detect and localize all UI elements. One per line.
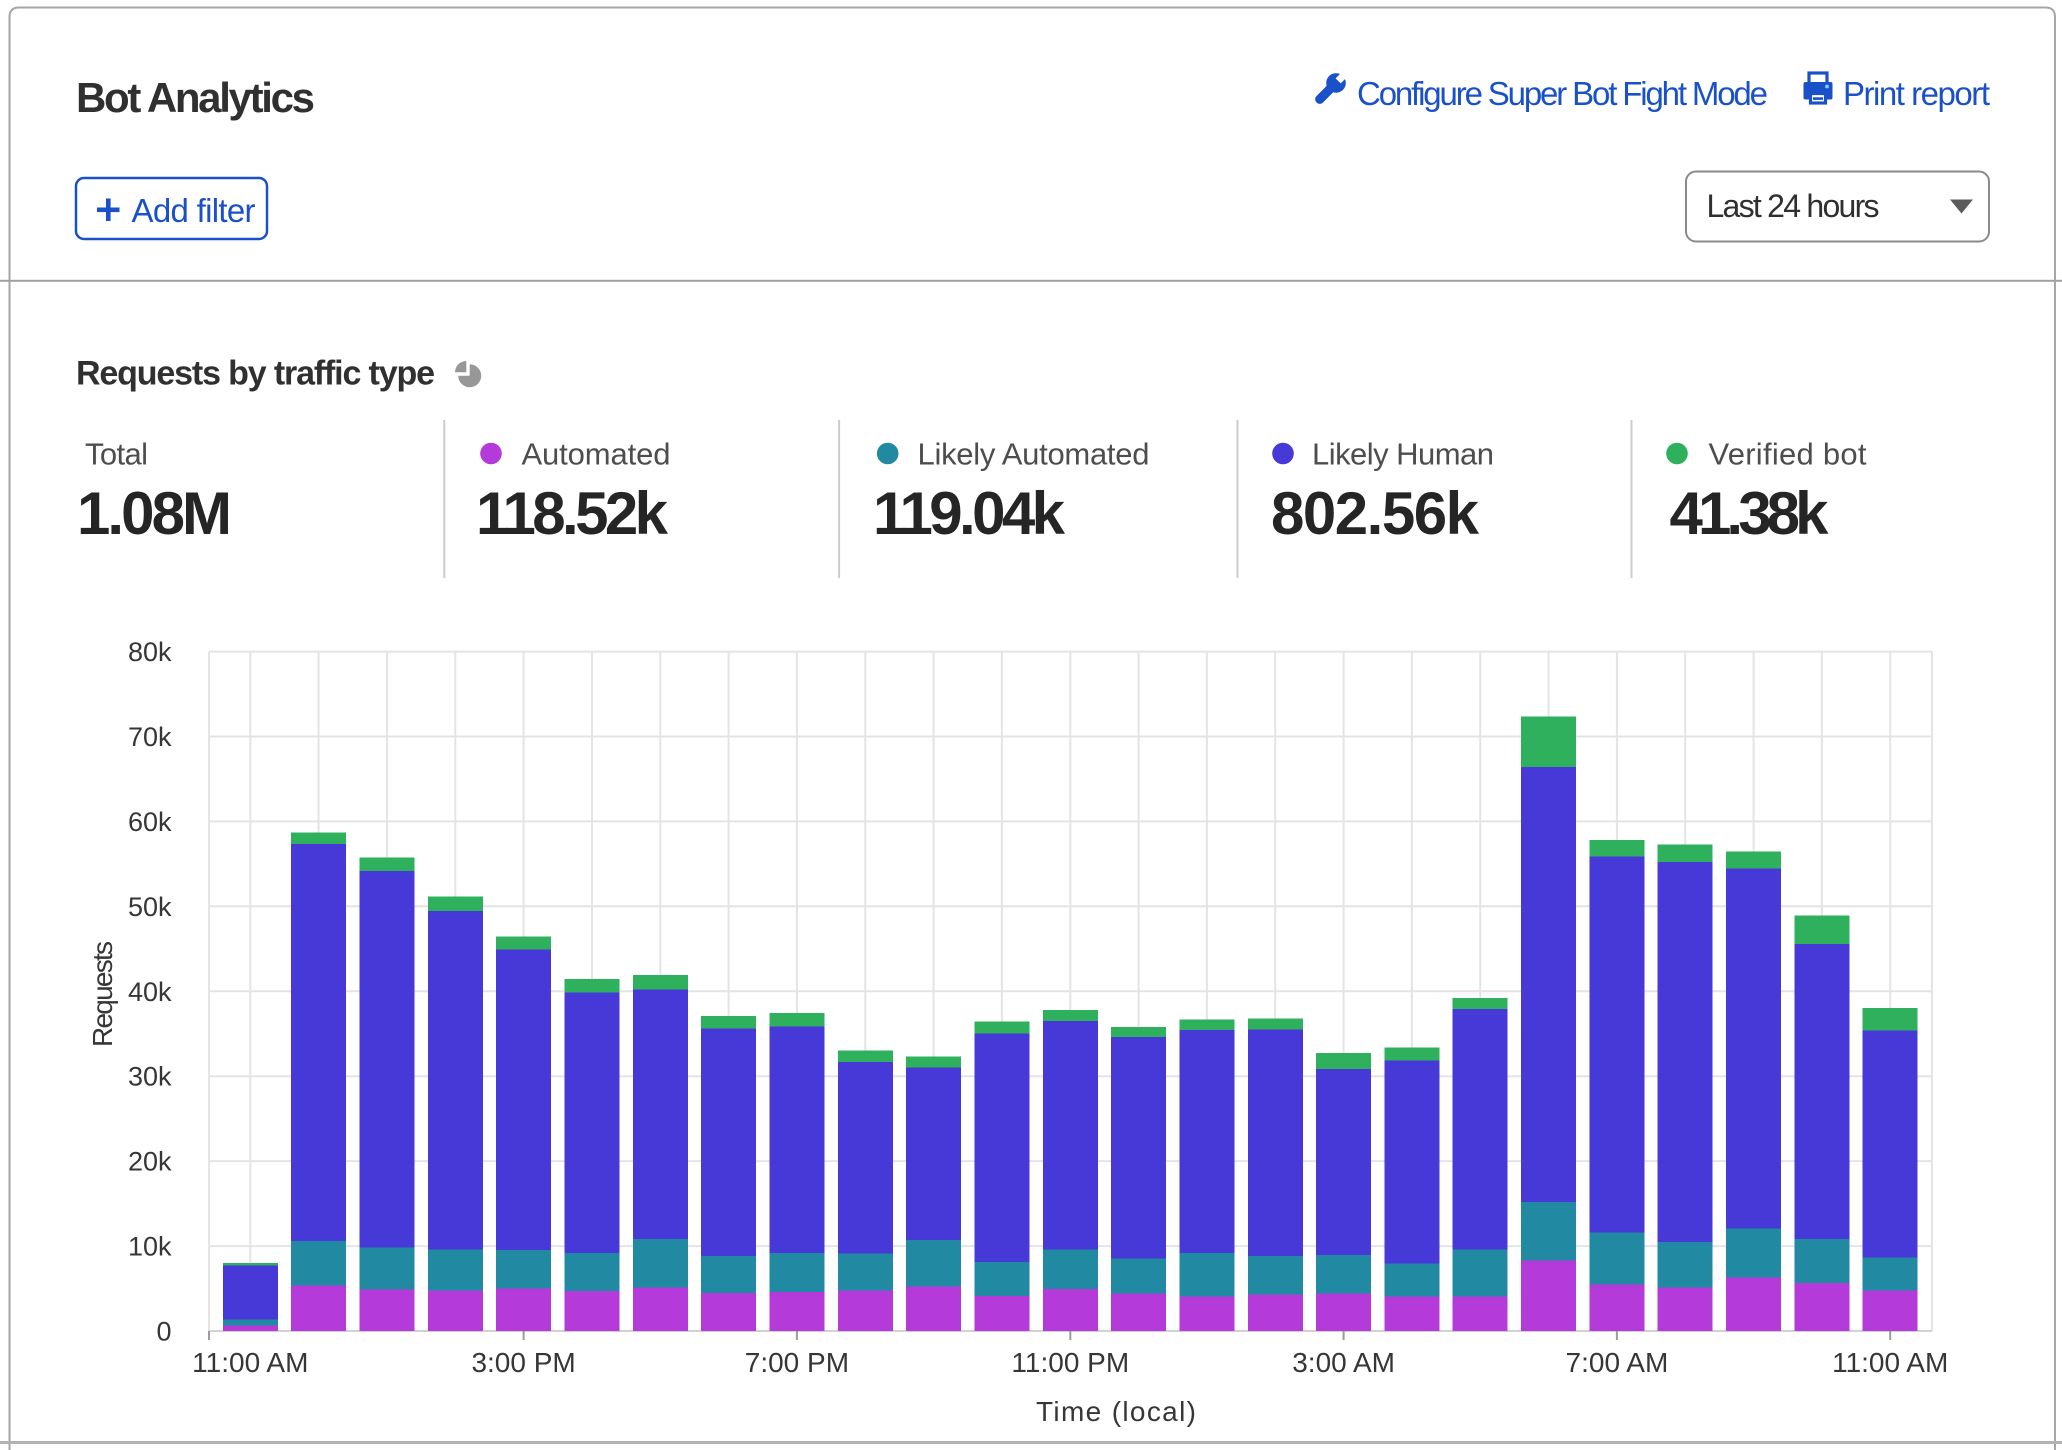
svg-text:60k: 60k [128,807,172,837]
svg-text:Print report: Print report [1843,75,1990,112]
svg-text:Last 24 hours: Last 24 hours [1707,188,1880,224]
svg-text:0: 0 [156,1317,171,1347]
svg-text:Verified bot: Verified bot [1709,437,1867,472]
svg-text:7:00 PM: 7:00 PM [745,1347,849,1378]
svg-text:70k: 70k [128,722,172,752]
svg-text:Likely Human: Likely Human [1312,437,1494,472]
svg-text:41.38k: 41.38k [1670,480,1830,547]
svg-text:40k: 40k [128,977,172,1007]
svg-text:50k: 50k [128,892,172,922]
svg-text:30k: 30k [128,1062,172,1092]
svg-text:Bot Analytics: Bot Analytics [76,74,315,121]
svg-text:11:00 AM: 11:00 AM [192,1347,308,1378]
svg-text:Automated: Automated [522,437,671,472]
svg-text:802.56k: 802.56k [1271,480,1480,547]
svg-text:7:00 AM: 7:00 AM [1566,1347,1669,1378]
svg-text:Add filter: Add filter [132,192,256,229]
svg-text:1.08M: 1.08M [77,480,232,547]
svg-text:118.52k: 118.52k [476,480,669,547]
svg-text:10k: 10k [128,1232,172,1262]
svg-text:Total: Total [85,437,148,472]
svg-text:3:00 AM: 3:00 AM [1292,1347,1395,1378]
svg-text:Time (local): Time (local) [1036,1396,1196,1427]
svg-text:11:00 AM: 11:00 AM [1832,1347,1948,1378]
svg-text:Configure Super Bot Fight Mode: Configure Super Bot Fight Mode [1357,75,1768,112]
svg-text:20k: 20k [128,1147,172,1177]
svg-text:80k: 80k [128,637,172,667]
svg-text:119.04k: 119.04k [873,480,1066,547]
svg-text:Requests: Requests [87,941,118,1047]
svg-text:Likely Automated: Likely Automated [918,437,1150,472]
svg-text:3:00 PM: 3:00 PM [471,1347,575,1378]
svg-text:11:00 PM: 11:00 PM [1011,1347,1129,1378]
svg-text:Requests by traffic type: Requests by traffic type [76,355,435,393]
